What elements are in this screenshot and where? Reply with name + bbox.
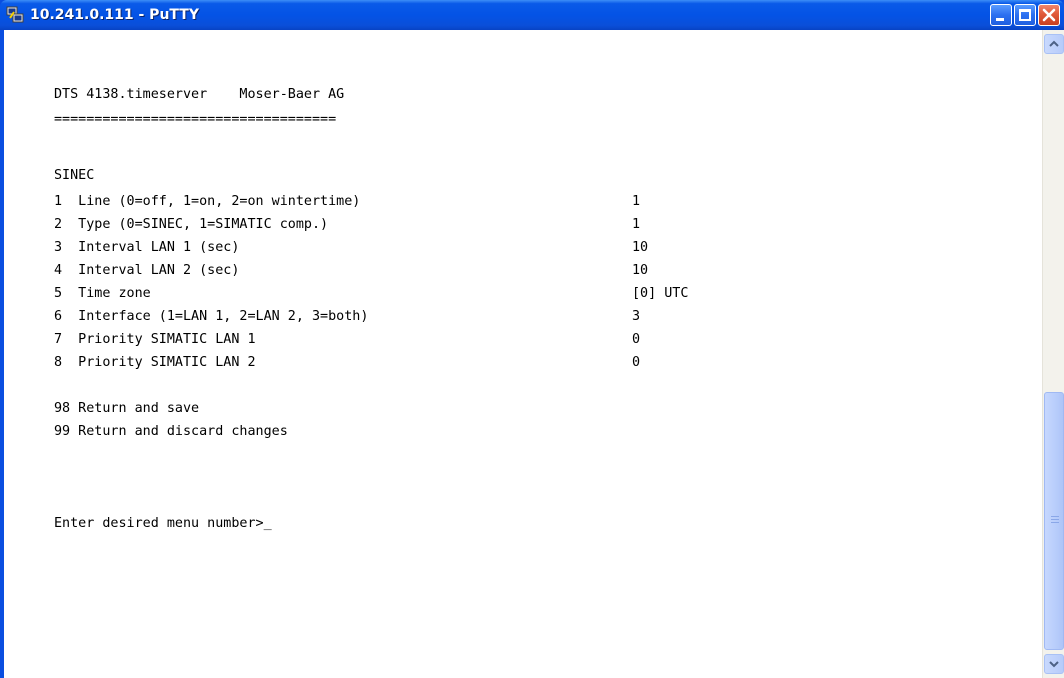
window-title: 10.241.0.111 - PuTTY [30,7,199,23]
terminal-header: DTS 4138.timeserver Moser-Baer AG [54,87,345,102]
menu-item-value: 10 [632,240,649,255]
minimize-icon [996,18,1004,21]
menu-item-label: 7 Priority SIMATIC LAN 1 [54,332,256,347]
thumb-grip [1051,522,1059,523]
menu-item-value: 1 [632,217,641,232]
menu-item-label: 8 Priority SIMATIC LAN 2 [54,355,256,370]
thumb-grip [1051,516,1059,517]
menu-item-label: 2 Type (0=SINEC, 1=SIMATIC comp.) [54,217,329,232]
scrollbar-thumb[interactable] [1044,392,1064,650]
menu-item-label: 6 Interface (1=LAN 1, 2=LAN 2, 3=both) [54,309,369,324]
thumb-grip [1051,519,1059,520]
text-cursor: _ [263,516,272,531]
close-icon [1042,8,1056,22]
maximize-button[interactable] [1014,4,1036,26]
menu-item-label: 3 Interval LAN 1 (sec) [54,240,240,255]
section-title: SINEC [54,168,95,183]
menu-item-label: 1 Line (0=off, 1=on, 2=on wintertime) [54,194,361,209]
menu-item-label: 4 Interval LAN 2 (sec) [54,263,240,278]
menu-item-value: 3 [632,309,641,324]
close-button[interactable] [1038,4,1060,26]
putty-window: 10.241.0.111 - PuTTY DTS 4138.timeserver… [0,0,1064,678]
scroll-up-button[interactable] [1044,34,1064,54]
scroll-down-button[interactable] [1044,654,1064,674]
minimize-button[interactable] [990,4,1012,26]
prompt-text: Enter desired menu number> [54,516,264,531]
terminal-area[interactable]: DTS 4138.timeserver Moser-Baer AG ======… [4,30,1042,678]
putty-icon[interactable] [6,6,24,24]
menu-item-value: 10 [632,263,649,278]
menu-item-label: 5 Time zone [54,286,151,301]
menu-item-return-discard: 99 Return and discard changes [54,424,288,439]
title-bar[interactable]: 10.241.0.111 - PuTTY [0,0,1064,30]
menu-item-value: [0] UTC [632,286,689,301]
terminal-separator: =================================== [54,112,337,127]
menu-item-value: 0 [632,332,641,347]
menu-item-value: 1 [632,194,641,209]
menu-item-return-save: 98 Return and save [54,401,200,416]
chevron-down-icon [1049,661,1059,668]
command-prompt[interactable]: Enter desired menu number>_ [54,514,272,534]
menu-item-value: 0 [632,355,641,370]
chevron-up-icon [1049,40,1059,47]
maximize-icon [1019,9,1031,21]
vertical-scrollbar[interactable] [1042,30,1064,678]
